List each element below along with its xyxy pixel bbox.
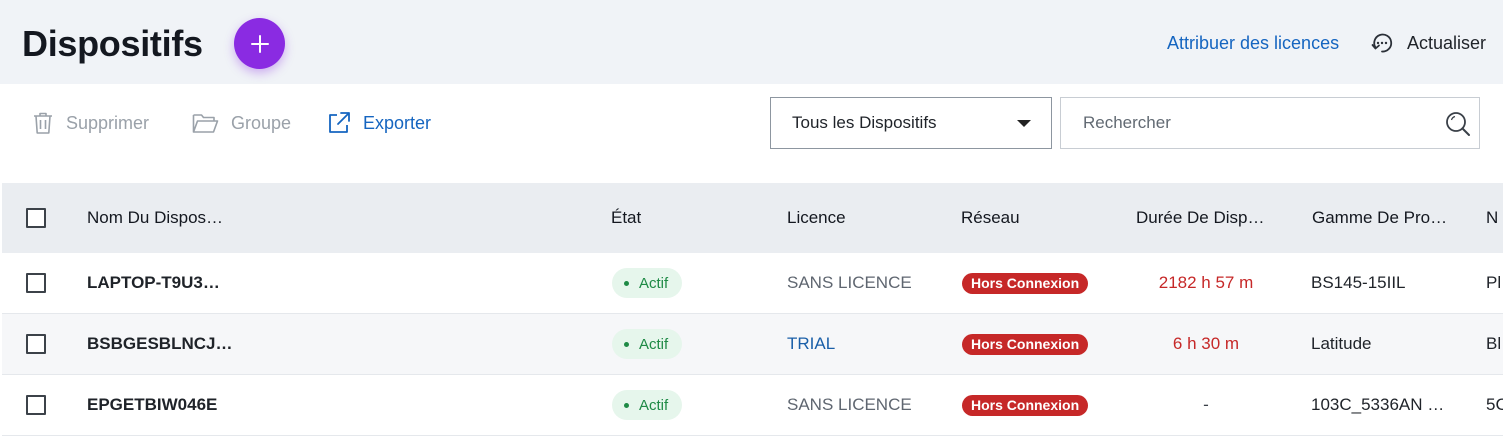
device-name[interactable]: BSBGESBLNCJ… <box>87 314 232 374</box>
chevron-down-icon <box>1017 120 1031 127</box>
column-header-extra[interactable]: N <box>1486 183 1503 253</box>
device-filter-value: Tous les Dispositifs <box>792 113 937 132</box>
group-label: Groupe <box>231 112 292 133</box>
search-icon[interactable] <box>1443 109 1473 139</box>
state-label: Actif <box>639 335 669 353</box>
search-input[interactable] <box>1061 98 1441 148</box>
refresh-icon <box>1371 33 1393 53</box>
folder-icon <box>192 114 219 133</box>
state-badge: Actif <box>612 268 683 298</box>
table-header: Nom Du Dispos… État Licence Réseau Durée… <box>2 183 1503 253</box>
duration-value: 6 h 30 m <box>1172 334 1240 353</box>
delete-button[interactable]: Supprimer <box>32 108 149 138</box>
trash-icon <box>34 112 52 134</box>
license-value: SANS LICENCE <box>787 395 912 414</box>
row-checkbox[interactable] <box>26 273 46 293</box>
status-dot-icon <box>624 341 629 347</box>
status-dot-icon <box>624 280 629 286</box>
extra-value: Pl <box>1486 273 1502 292</box>
state-badge: Actif <box>612 329 683 359</box>
state-badge: Actif <box>612 390 683 420</box>
search-box <box>1060 97 1480 149</box>
select-all-checkbox[interactable] <box>26 208 46 228</box>
extra-value: Bl <box>1486 334 1502 353</box>
device-name[interactable]: LAPTOP-T9U3… <box>87 253 220 313</box>
state-label: Actif <box>639 274 669 292</box>
row-checkbox[interactable] <box>26 334 46 354</box>
device-name[interactable]: EPGETBIW046E <box>87 375 217 435</box>
devices-table: Nom Du Dispos… État Licence Réseau Durée… <box>2 183 1503 436</box>
product-range-value: BS145-15IIL <box>1311 273 1406 292</box>
external-link-icon <box>329 112 350 133</box>
refresh-label: Actualiser <box>1407 32 1487 53</box>
table-row[interactable]: BSBGESBLNCJ… Actif TRIAL Hors Connexion … <box>2 314 1503 375</box>
column-header-license[interactable]: Licence <box>787 183 846 253</box>
device-filter-select[interactable]: Tous les Dispositifs <box>770 97 1052 149</box>
network-status-badge: Hors Connexion <box>962 272 1089 294</box>
group-button[interactable]: Groupe <box>192 108 291 138</box>
product-range-value: Latitude <box>1311 334 1372 353</box>
network-status-badge: Hors Connexion <box>962 394 1089 416</box>
export-button[interactable]: Exporter <box>327 108 431 138</box>
assign-licenses-link[interactable]: Attribuer des licences <box>1167 31 1339 55</box>
column-header-duration[interactable]: Durée De Disp… <box>1136 183 1265 253</box>
page-title: Dispositifs <box>22 23 203 64</box>
product-range-value: 103C_5336AN … <box>1311 395 1445 414</box>
refresh-button[interactable]: Actualiser <box>1369 29 1486 57</box>
delete-label: Supprimer <box>66 112 150 133</box>
add-device-button[interactable] <box>234 18 285 69</box>
extra-value: 5C <box>1486 395 1503 414</box>
plus-icon <box>250 34 269 53</box>
export-label: Exporter <box>363 112 432 133</box>
license-value: SANS LICENCE <box>787 273 912 292</box>
row-checkbox[interactable] <box>26 395 46 415</box>
state-label: Actif <box>639 396 669 414</box>
column-header-network[interactable]: Réseau <box>961 183 1020 253</box>
column-header-name[interactable]: Nom Du Dispos… <box>87 183 337 253</box>
table-row[interactable]: EPGETBIW046E Actif SANS LICENCE Hors Con… <box>2 375 1503 436</box>
column-header-product-range[interactable]: Gamme De Pro… <box>1312 183 1447 253</box>
duration-value: - <box>1203 395 1209 414</box>
duration-value: 2182 h 57 m <box>1158 273 1254 292</box>
column-header-state[interactable]: État <box>611 183 641 253</box>
license-value[interactable]: TRIAL <box>787 314 835 374</box>
table-row[interactable]: LAPTOP-T9U3… Actif SANS LICENCE Hors Con… <box>2 253 1503 314</box>
status-dot-icon <box>624 402 629 408</box>
network-status-badge: Hors Connexion <box>962 333 1089 355</box>
page-header: Dispositifs Attribuer des licences Actua… <box>0 0 1503 84</box>
